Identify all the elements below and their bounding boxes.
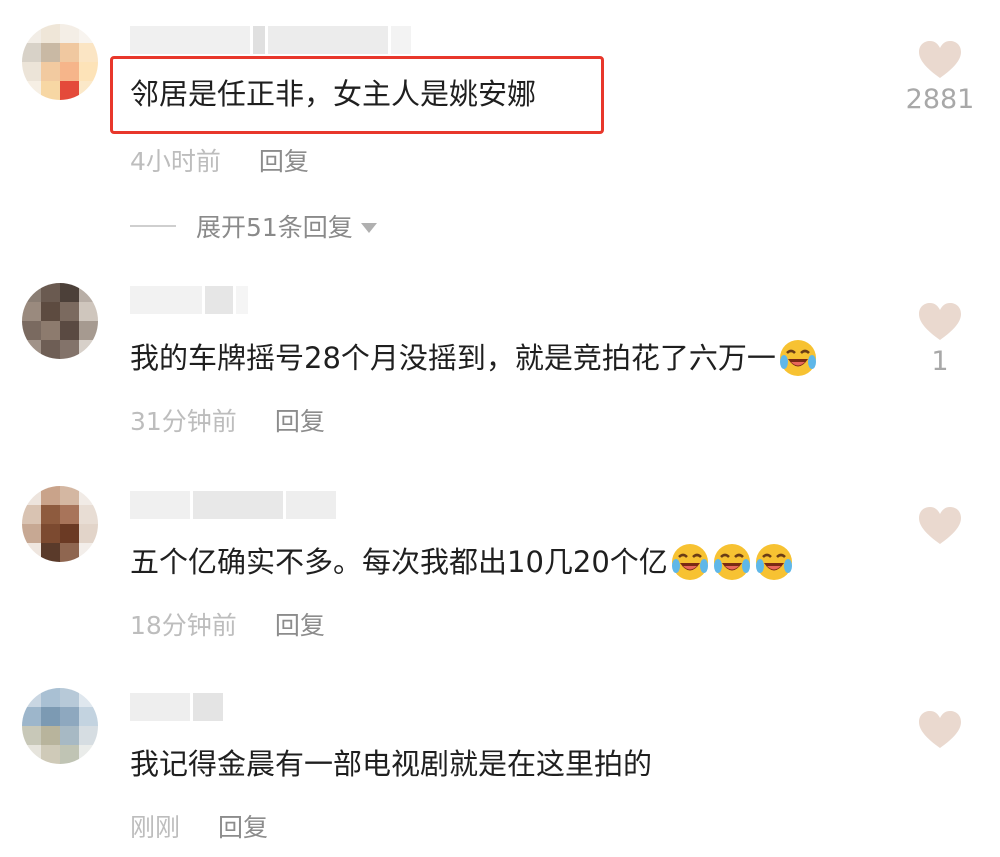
reply-button[interactable]: 回复 [275,406,325,438]
like-count: 1 [931,346,949,377]
comment-time: 18分钟前 [130,611,237,640]
username[interactable] [130,286,248,316]
heart-icon [919,507,961,544]
reply-button[interactable]: 回复 [275,610,325,642]
comment-text: 邻居是任正非，女主人是姚安娜 [130,77,537,111]
comment-list: 邻居是任正非，女主人是姚安娜 4小时前 回复 展开51条回复 2881 我的车牌… [0,0,1000,857]
divider [130,225,176,227]
laugh-cry-emoji-icon [670,542,710,582]
comment-text: 我的车牌摇号28个月没摇到，就是竞拍花了六万一 [130,338,818,378]
comment-text: 我记得金晨有一部电视剧就是在这里拍的 [130,747,653,781]
username[interactable] [130,491,336,521]
heart-icon [919,41,961,78]
avatar[interactable] [22,24,98,100]
laugh-cry-emoji-icon [712,542,752,582]
comment-text: 五个亿确实不多。每次我都出10几20个亿 [130,542,794,582]
avatar[interactable] [22,688,98,764]
like-button[interactable] [900,710,980,754]
expand-replies-button[interactable]: 展开51条回复 [130,208,377,244]
reply-button[interactable]: 回复 [259,146,309,178]
like-button[interactable]: 2881 [900,40,980,115]
like-button[interactable] [900,506,980,550]
laugh-cry-emoji-icon [778,338,818,378]
comment-meta: 18分钟前 回复 [130,610,325,642]
comment-meta: 刚刚 回复 [130,812,268,844]
avatar[interactable] [22,486,98,562]
caret-down-icon [360,223,377,233]
heart-icon [919,711,961,748]
laugh-cry-emoji-icon [754,542,794,582]
comment-meta: 31分钟前 回复 [130,406,325,438]
comment-time: 31分钟前 [130,407,237,436]
like-count: 2881 [905,84,975,115]
username[interactable] [130,693,223,723]
comment-time: 刚刚 [130,813,181,842]
like-button[interactable]: 1 [900,302,980,377]
heart-icon [919,303,961,340]
comment-meta: 4小时前 回复 [130,146,309,178]
reply-button[interactable]: 回复 [218,812,268,844]
username[interactable] [130,26,411,56]
expand-replies-label: 展开51条回复 [196,213,353,242]
avatar[interactable] [22,283,98,359]
comment-time: 4小时前 [130,147,221,176]
